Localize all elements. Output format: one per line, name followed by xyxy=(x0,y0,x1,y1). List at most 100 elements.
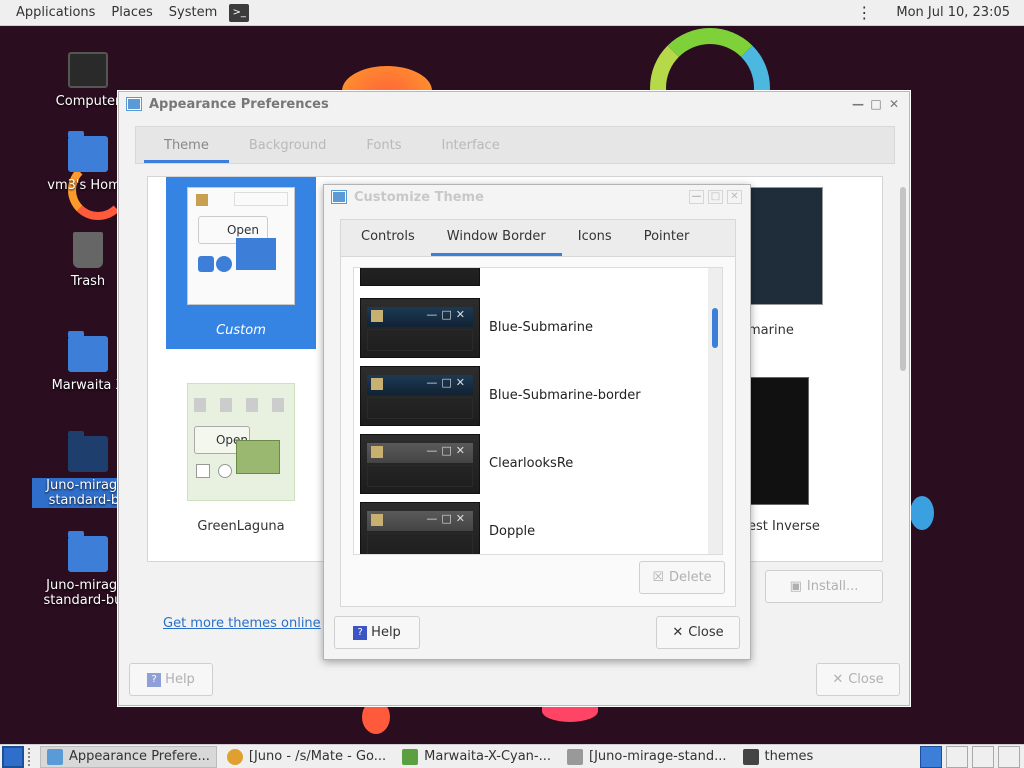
border-theme-list: —□✕ Blue-Submarine —□✕ Blue-Submarine-bo… xyxy=(353,267,723,555)
bottom-taskbar: Appearance Prefere... [Juno - /s/Mate - … xyxy=(0,744,1024,768)
workspace-1[interactable] xyxy=(920,745,942,768)
list-item[interactable]: —□✕ ClearlooksRe xyxy=(360,434,700,494)
close-window-button[interactable]: ✕ xyxy=(727,190,742,204)
tab-controls[interactable]: Controls xyxy=(345,229,431,256)
help-button[interactable]: ? Help xyxy=(129,663,213,696)
kebab-menu-icon[interactable]: ⋮ xyxy=(856,3,872,22)
delete-icon: ☒ xyxy=(652,570,664,585)
folder-icon xyxy=(68,331,108,372)
chrome-icon xyxy=(226,748,243,765)
border-preview: —□✕ xyxy=(360,366,480,426)
delete-button[interactable]: ☒ Delete xyxy=(639,561,725,594)
window-app-icon xyxy=(126,97,142,111)
theme-grid-scrollbar[interactable] xyxy=(900,187,906,371)
archive-icon xyxy=(402,748,419,765)
list-item[interactable]: —□✕ Blue-Submarine xyxy=(360,298,700,358)
dialog-titlebar[interactable]: Customize Theme — □ ✕ xyxy=(324,185,750,209)
taskbar-item-label: [Juno-mirage-stand... xyxy=(589,749,727,764)
folder-icon xyxy=(68,531,108,572)
workspace-4[interactable] xyxy=(998,745,1020,768)
taskbar-item-appearance[interactable]: Appearance Prefere... xyxy=(40,745,217,768)
tab-theme[interactable]: Theme xyxy=(144,138,229,163)
disk-icon xyxy=(567,748,584,765)
menu-places[interactable]: Places xyxy=(103,5,160,20)
home-folder-icon xyxy=(68,131,108,172)
minimize-button[interactable]: — xyxy=(689,190,704,204)
tab-window-border[interactable]: Window Border xyxy=(430,229,562,256)
border-preview xyxy=(360,268,480,286)
list-item[interactable]: —□✕ Dopple xyxy=(360,502,700,554)
window-titlebar[interactable]: Appearance Preferences — □ ✕ xyxy=(119,92,909,116)
close-button-label: Close xyxy=(688,625,724,640)
close-window-button[interactable]: ✕ xyxy=(887,97,901,111)
taskbar-item-label: Marwaita-X-Cyan-... xyxy=(424,749,552,764)
dialog-app-icon xyxy=(331,190,347,204)
close-button-label: Close xyxy=(848,672,884,687)
theme-tile-greenlaguna[interactable]: Open GreenLaguna xyxy=(166,373,316,545)
taskbar-item-label: [Juno - /s/Mate - Go... xyxy=(248,749,387,764)
workspace-2[interactable] xyxy=(946,745,968,768)
scrollbar-thumb[interactable] xyxy=(712,308,718,348)
workspace-3[interactable] xyxy=(972,745,994,768)
taskbar-item-browser[interactable]: [Juno - /s/Mate - Go... xyxy=(221,746,392,768)
border-list-scrollbar[interactable] xyxy=(708,268,722,554)
close-icon: ✕ xyxy=(832,672,844,687)
theme-preview: Open xyxy=(187,383,295,501)
tab-pointer[interactable]: Pointer xyxy=(628,229,706,256)
minimize-button[interactable]: — xyxy=(851,97,865,111)
top-panel: Applications Places System >_ ⋮ Mon Jul … xyxy=(0,0,1024,26)
trash-icon xyxy=(73,232,103,268)
theme-name: GreenLaguna xyxy=(197,519,285,534)
help-button-label: Help xyxy=(165,672,195,687)
border-theme-name: ClearlooksRe xyxy=(489,456,574,471)
dialog-close-button[interactable]: ✕ Close xyxy=(656,616,740,649)
main-tab-bar: Theme Background Fonts Interface xyxy=(135,126,895,164)
wallpaper-blob xyxy=(910,496,934,530)
list-item[interactable]: —□✕ Blue-Submarine-border xyxy=(360,366,700,426)
help-icon: ? xyxy=(353,625,368,640)
theme-name: Custom xyxy=(216,323,266,338)
close-button[interactable]: ✕ Close xyxy=(816,663,900,696)
delete-button-label: Delete xyxy=(668,570,712,585)
taskbar-item-marwaita[interactable]: Marwaita-X-Cyan-... xyxy=(396,746,557,768)
tab-background[interactable]: Background xyxy=(229,138,347,163)
maximize-button[interactable]: □ xyxy=(708,190,723,204)
theme-preview: Open xyxy=(187,187,295,305)
taskbar-item-label: Appearance Prefere... xyxy=(69,749,210,764)
taskbar-grip[interactable] xyxy=(28,747,36,766)
menu-system[interactable]: System xyxy=(161,5,225,20)
maximize-button[interactable]: □ xyxy=(869,97,883,111)
clock[interactable]: Mon Jul 10, 23:05 xyxy=(896,5,1016,20)
dialog-help-button[interactable]: ? Help xyxy=(334,616,420,649)
customize-theme-dialog: Customize Theme — □ ✕ Controls Window Bo… xyxy=(323,184,751,660)
taskbar-item-themes[interactable]: themes xyxy=(737,746,820,768)
dialog-tab-bar: Controls Window Border Icons Pointer xyxy=(340,219,736,257)
border-theme-name: Blue-Submarine xyxy=(489,320,594,335)
taskbar-item-juno[interactable]: [Juno-mirage-stand... xyxy=(561,746,733,768)
window-app-icon xyxy=(47,748,63,765)
get-more-themes-link[interactable]: Get more themes online xyxy=(163,616,321,631)
tab-icons[interactable]: Icons xyxy=(562,229,628,256)
install-icon: ▣ xyxy=(789,579,802,594)
theme-name: marine xyxy=(748,323,794,338)
menu-applications[interactable]: Applications xyxy=(8,5,103,20)
theme-tile-custom[interactable]: Open Custom xyxy=(166,177,316,349)
window-title: Appearance Preferences xyxy=(149,96,329,112)
dialog-title: Customize Theme xyxy=(354,189,484,205)
tab-fonts[interactable]: Fonts xyxy=(346,138,421,163)
taskbar-item-label: themes xyxy=(764,749,814,764)
list-item[interactable] xyxy=(360,268,700,286)
install-button[interactable]: ▣ Install... xyxy=(765,570,883,603)
terminal-icon[interactable]: >_ xyxy=(229,3,250,22)
folder-icon xyxy=(742,748,759,765)
computer-icon xyxy=(68,52,108,88)
border-preview: —□✕ xyxy=(360,434,480,494)
border-preview: —□✕ xyxy=(360,298,480,358)
show-desktop-icon[interactable] xyxy=(2,745,24,768)
window-border-panel: —□✕ Blue-Submarine —□✕ Blue-Submarine-bo… xyxy=(340,257,736,607)
install-button-label: Install... xyxy=(806,579,859,594)
border-theme-name: Blue-Submarine-border xyxy=(489,388,641,403)
border-theme-name: Dopple xyxy=(489,524,536,539)
tab-interface[interactable]: Interface xyxy=(421,138,519,163)
theme-name: est Inverse xyxy=(748,519,820,534)
